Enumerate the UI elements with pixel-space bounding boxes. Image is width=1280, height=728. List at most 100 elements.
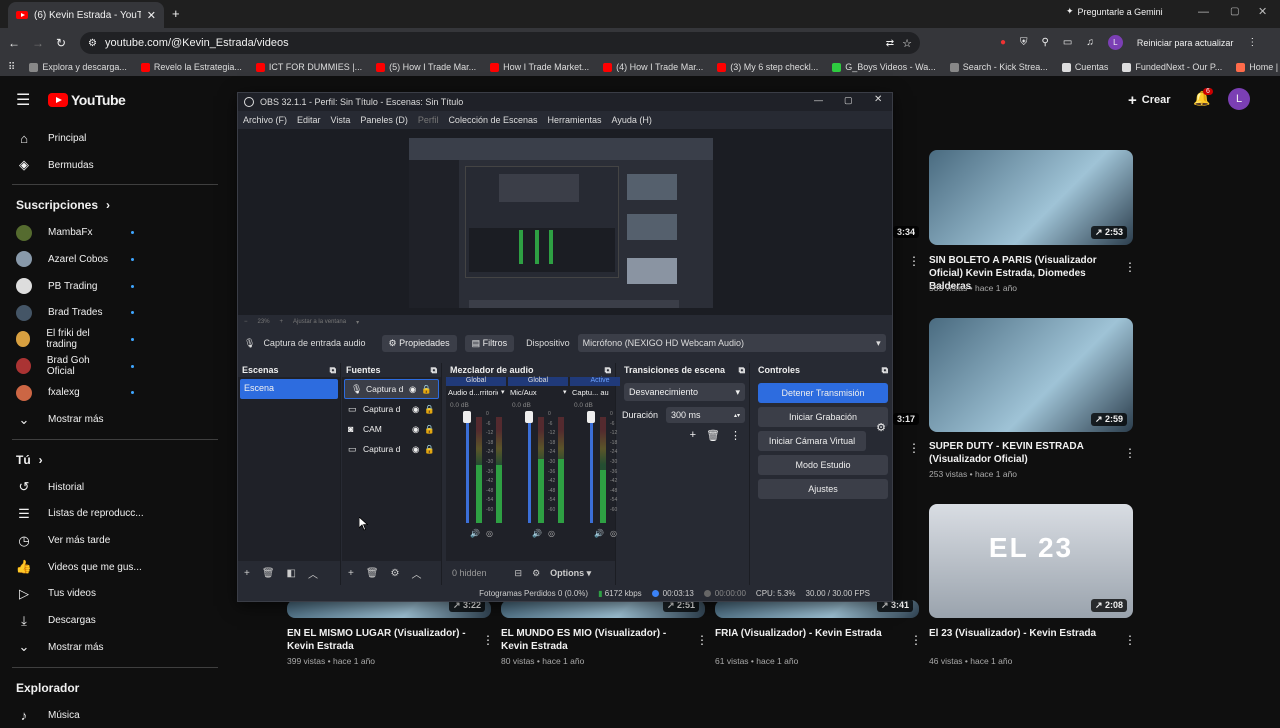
obs-preview[interactable] xyxy=(238,129,892,315)
forward-icon[interactable]: → xyxy=(32,36,44,50)
add-transition-icon[interactable]: + xyxy=(690,429,696,442)
add-scene-icon[interactable]: + xyxy=(244,568,250,579)
lock-icon[interactable]: 🔒 xyxy=(424,424,435,435)
video-thumbnail[interactable]: ↗ 2:51 xyxy=(501,600,705,618)
fader-knob[interactable] xyxy=(525,411,533,423)
source-item[interactable]: ▭ Captura d ◉ 🔒 xyxy=(342,399,441,419)
visibility-eye-icon[interactable]: ◉ xyxy=(412,444,419,455)
notifications-button[interactable]: 🔔 6 xyxy=(1193,88,1213,107)
sidebar-item[interactable]: ▷ Tus videos xyxy=(0,581,230,608)
mute-speaker-icon[interactable]: 🔊 xyxy=(470,529,480,538)
sidebar-item[interactable]: ☰ Listas de reproducc... xyxy=(0,501,230,528)
dock-menu-icon[interactable]: ⧉ xyxy=(605,365,611,376)
obs-close-icon[interactable]: ✕ xyxy=(874,94,882,105)
lock-icon[interactable]: 🔒 xyxy=(421,384,432,395)
puzzle-extension-icon[interactable]: ⚲ xyxy=(1042,37,1049,48)
address-bar[interactable]: ⚙ youtube.com/@Kevin_Estrada/videos ⇄ ☆ xyxy=(80,32,920,54)
device-select[interactable]: Micrófono (NEXIGO HD Webcam Audio) ▾ xyxy=(577,334,886,352)
options-button[interactable]: Options ▾ xyxy=(550,568,591,579)
zoom-out-icon[interactable]: − xyxy=(244,319,248,325)
reload-icon[interactable]: ↻ xyxy=(56,36,66,50)
lock-icon[interactable]: 🔒 xyxy=(424,444,435,455)
source-item[interactable]: 🎙 Captura d ◉ 🔒 xyxy=(344,379,439,399)
update-button[interactable]: Reiniciar para actualizar xyxy=(1137,38,1234,48)
video-thumbnail[interactable]: ↗ 3:41 xyxy=(715,600,919,618)
move-up-icon[interactable]: ︿ xyxy=(412,566,422,581)
show-more-you[interactable]: ⌄ Mostrar más xyxy=(0,634,230,661)
subscription-item[interactable]: Brad Trades xyxy=(0,299,230,326)
subscriptions-header[interactable]: Suscripciones › xyxy=(0,191,230,219)
remove-scene-icon[interactable]: 🗑 xyxy=(262,568,275,579)
subscription-item[interactable]: fxalexg xyxy=(0,380,230,407)
profile-avatar[interactable]: L xyxy=(1107,35,1123,50)
translate-icon[interactable]: ⇄ xyxy=(886,38,894,49)
volume-fader[interactable] xyxy=(528,417,531,523)
gemini-button[interactable]: ✦ Preguntarle a Gemini xyxy=(1066,6,1163,17)
visibility-eye-icon[interactable]: ◉ xyxy=(409,384,416,395)
bookmark-item[interactable]: Search - Kick Strea... xyxy=(949,62,1048,72)
fader-knob[interactable] xyxy=(463,411,471,423)
channel-settings-icon[interactable]: ◎ xyxy=(486,529,493,538)
obs-menu-item[interactable]: Paneles (D) xyxy=(360,115,408,125)
you-header[interactable]: Tú › xyxy=(0,446,230,474)
visibility-eye-icon[interactable]: ◉ xyxy=(412,424,419,435)
mixer-advanced-icon[interactable]: ⚙ xyxy=(532,568,540,579)
transition-select[interactable]: Desvanecimiento ▾ xyxy=(624,383,745,401)
bookmark-item[interactable]: Revelo la Estrategia... xyxy=(140,62,242,72)
bookmark-item[interactable]: Home | Whop xyxy=(1236,62,1280,72)
video-title[interactable]: El 23 (Visualizador) - Kevin Estrada xyxy=(929,627,1111,640)
scene-filter-icon[interactable]: ◧ xyxy=(287,568,296,579)
sidepanel-icon[interactable]: ▭ xyxy=(1063,37,1072,48)
remove-source-icon[interactable]: 🗑 xyxy=(366,568,379,579)
obs-maximize-icon[interactable]: ▢ xyxy=(844,95,853,106)
volume-fader[interactable] xyxy=(466,417,469,523)
sidebar-item[interactable]: ◈ Bermudas xyxy=(0,152,230,179)
video-thumbnail[interactable]: ↗ 3:22 xyxy=(287,600,491,618)
subscription-item[interactable]: Brad Goh Oficial xyxy=(0,353,230,380)
sidebar-item[interactable]: 👍 Videos que me gus... xyxy=(0,554,230,581)
source-settings-icon[interactable]: ⚙ xyxy=(391,568,400,579)
virtual-camera-settings-icon[interactable]: ⚙ xyxy=(876,421,886,434)
video-thumbnail[interactable]: ↗ 2:59 xyxy=(929,318,1133,432)
source-item[interactable]: ◙ CAM ◉ 🔒 xyxy=(342,419,441,439)
obs-menu-item[interactable]: Herramientas xyxy=(548,115,602,125)
video-menu-icon[interactable]: ⋮ xyxy=(482,633,494,647)
control-button[interactable]: Iniciar Grabación xyxy=(758,407,888,427)
bookmark-item[interactable]: (3) My 6 step checkl... xyxy=(717,62,818,72)
video-menu-icon[interactable]: ⋮ xyxy=(1124,633,1136,647)
properties-button[interactable]: ⚙ Propiedades xyxy=(381,334,457,352)
maximize-icon[interactable]: ▢ xyxy=(1230,6,1239,17)
browser-tab[interactable]: (6) Kevin Estrada - YouTube ✕ xyxy=(8,2,164,28)
lock-icon[interactable]: 🔒 xyxy=(424,404,435,415)
move-up-icon[interactable]: ︿ xyxy=(308,566,318,581)
video-menu-icon[interactable]: ⋮ xyxy=(1124,446,1136,460)
filters-button[interactable]: ▤ Filtros xyxy=(464,334,515,352)
scene-item[interactable]: Escena xyxy=(240,379,338,399)
sidebar-item[interactable]: ⤓ Descargas xyxy=(0,607,230,634)
sidebar-item[interactable]: ⌂ Principal xyxy=(0,125,230,152)
account-avatar[interactable]: L xyxy=(1228,88,1250,110)
sidebar-item[interactable]: ◷ Ver más tarde xyxy=(0,527,230,554)
browser-menu-icon[interactable]: ⋮ xyxy=(1247,37,1257,48)
video-menu-icon[interactable]: ⋮ xyxy=(1124,260,1136,274)
video-menu-icon[interactable]: ⋮ xyxy=(908,441,920,455)
record-extension-icon[interactable]: ● xyxy=(1000,37,1006,48)
obs-menu-item[interactable]: Vista xyxy=(331,115,351,125)
obs-menu-item[interactable]: Editar xyxy=(297,115,321,125)
bookmark-item[interactable]: FundedNext - Our P... xyxy=(1122,62,1222,72)
visibility-eye-icon[interactable]: ◉ xyxy=(412,404,419,415)
video-title[interactable]: EL MUNDO ES MIO (Visualizador) - Kevin E… xyxy=(501,627,683,653)
dock-menu-icon[interactable]: ⧉ xyxy=(330,365,336,376)
source-item[interactable]: ▭ Captura d ◉ 🔒 xyxy=(342,439,441,459)
obs-menu-item[interactable]: Archivo (F) xyxy=(243,115,287,125)
shield-extension-icon[interactable]: ⛨ xyxy=(1020,37,1028,48)
show-more-subs[interactable]: ⌄ Mostrar más xyxy=(0,406,230,433)
obs-menu-item[interactable]: Perfil xyxy=(418,115,439,125)
bookmark-item[interactable]: (4) How I Trade Mar... xyxy=(603,62,703,72)
bookmark-item[interactable]: Cuentas xyxy=(1061,62,1108,72)
new-tab-icon[interactable]: + xyxy=(172,6,180,21)
control-button[interactable]: Modo Estudio xyxy=(758,455,888,475)
site-info-icon[interactable]: ⚙ xyxy=(88,38,97,49)
obs-menu-item[interactable]: Colección de Escenas xyxy=(448,115,537,125)
channel-dropdown-icon[interactable]: ▾ xyxy=(563,388,567,396)
